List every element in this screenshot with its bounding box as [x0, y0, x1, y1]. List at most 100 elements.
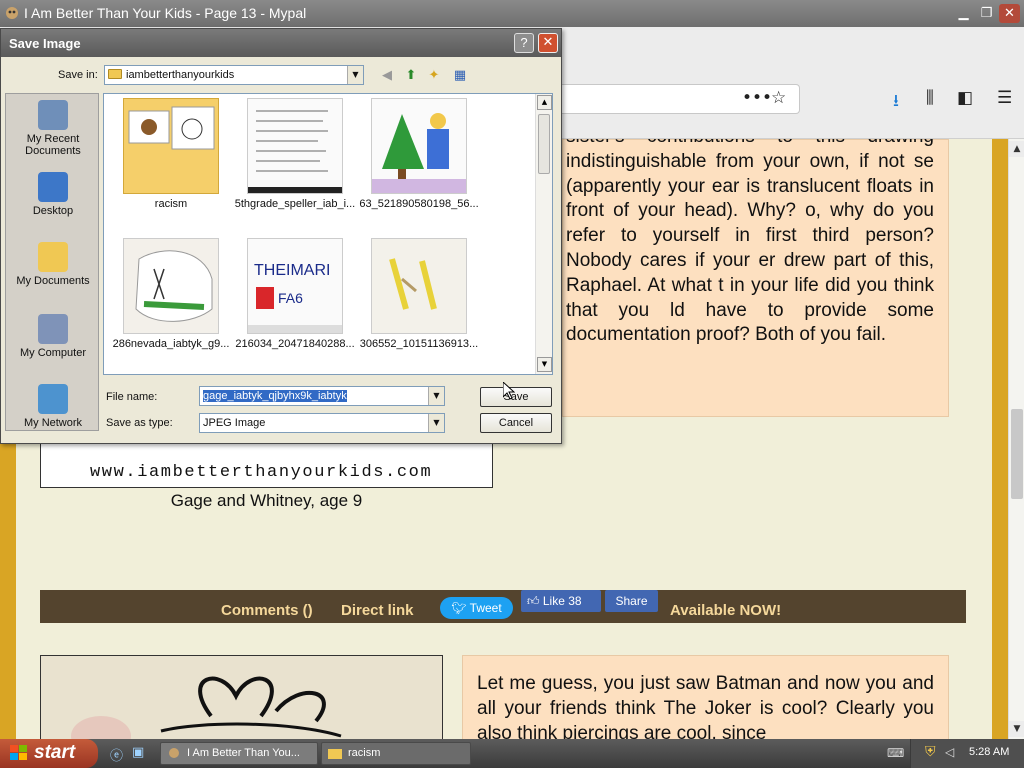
maximize-button[interactable]: ❐	[976, 4, 997, 23]
drawing-image-2[interactable]	[40, 655, 443, 739]
minimize-button[interactable]: ▁	[953, 4, 974, 23]
save-as-type-select[interactable]: JPEG Image ▼	[199, 413, 445, 433]
place-my-documents[interactable]: My Documents	[6, 242, 100, 287]
save-image-dialog: Save Image ? ✕ Save in: iambetterthanyou…	[0, 28, 562, 444]
twitter-bird-icon: 🐦︎	[451, 601, 470, 615]
my-documents-icon	[38, 242, 68, 272]
file-name: 286nevada_iabtyk_g9...	[112, 338, 230, 350]
taskbar: start ⓔ ▣ I Am Better Than You... racism…	[0, 739, 1024, 768]
folder-task-icon	[328, 749, 342, 759]
internet-explorer-icon[interactable]: ⓔ	[110, 745, 126, 764]
recent-documents-icon	[38, 100, 68, 130]
file-name: 306552_10151136913...	[359, 338, 479, 350]
facebook-share-button[interactable]: Share	[605, 590, 658, 612]
clock: 5:28 AM	[969, 746, 1010, 758]
speller-preview	[248, 110, 342, 193]
my-network-icon	[38, 384, 68, 414]
place-label: My Network	[23, 417, 83, 429]
place-label: My Documents	[16, 275, 90, 287]
file-thumbnail[interactable]	[247, 98, 343, 194]
file-name-input[interactable]: gage_iabtyk_qjbyhx9k_iabtyk ▼	[199, 386, 445, 406]
taskbar-item-browser[interactable]: I Am Better Than You...	[160, 742, 318, 765]
save-as-type-label: Save as type:	[106, 417, 173, 429]
show-desktop-icon[interactable]: ▣	[132, 745, 148, 761]
browser-titlebar: I Am Better Than Your Kids - Page 13 - M…	[0, 0, 1024, 27]
library-icon[interactable]: ⫼	[926, 88, 934, 108]
download-icon[interactable]: ⭳	[893, 88, 899, 117]
drawing-image[interactable]: www.iambetterthanyourkids.com	[40, 439, 493, 488]
file-thumbnail[interactable]	[123, 238, 219, 334]
file-list-scroll-down[interactable]: ▼	[537, 357, 552, 372]
menu-icon[interactable]: ☰	[997, 88, 1012, 108]
keyboard-icon[interactable]: ⌨	[887, 746, 904, 760]
save-in-label: Save in:	[58, 69, 98, 81]
place-recent-documents[interactable]: My Recent Documents	[6, 100, 100, 157]
taskbar-item-folder[interactable]: racism	[321, 742, 471, 765]
caption-text: sister's contributions to this drawing i…	[566, 139, 934, 346]
save-as-type-value: JPEG Image	[203, 417, 266, 429]
back-icon[interactable]: ◀	[378, 67, 396, 85]
file-list-scroll-thumb[interactable]	[538, 114, 550, 174]
direct-link[interactable]: Direct link	[341, 602, 414, 619]
comments-link[interactable]: Comments ()	[221, 602, 313, 619]
new-folder-icon[interactable]: ✦	[425, 67, 443, 85]
save-in-dropdown[interactable]: iambetterthanyourkids ▼	[104, 65, 364, 85]
tweet-label: Tweet	[469, 601, 502, 615]
place-desktop[interactable]: Desktop	[6, 172, 100, 217]
windows-flag-icon	[10, 745, 27, 760]
volume-icon[interactable]: ◁	[945, 745, 954, 759]
place-my-network[interactable]: My Network	[6, 384, 100, 429]
file-thumbnail[interactable]: THEIMARI FA6	[247, 238, 343, 334]
bookmark-star-icon[interactable]: ☆	[771, 88, 786, 108]
file-name: 216034_20471840288...	[235, 338, 355, 350]
facebook-like-button[interactable]: 👍︎ Like 38	[521, 590, 601, 612]
sidebar-icon[interactable]: ◧	[957, 88, 973, 108]
file-list[interactable]: racism 5thgrade_speller_iab_i... 63_5218…	[103, 93, 553, 375]
scroll-thumb[interactable]	[1011, 409, 1023, 499]
file-list-scroll-up[interactable]: ▲	[537, 95, 552, 110]
save-button[interactable]: Save	[480, 387, 552, 407]
up-folder-icon[interactable]: ⬆	[402, 67, 420, 85]
task-label: I Am Better Than You...	[187, 747, 300, 759]
file-thumbnail[interactable]	[371, 98, 467, 194]
place-label: Desktop	[32, 205, 74, 217]
caption-text-2: Let me guess, you just saw Batman and no…	[477, 673, 934, 739]
task-label: racism	[348, 747, 381, 759]
save-in-value: iambetterthanyourkids	[126, 69, 235, 81]
place-label: My Recent Documents	[25, 133, 81, 157]
my-computer-icon	[38, 314, 68, 344]
close-window-button[interactable]: ✕	[999, 4, 1020, 23]
cancel-button[interactable]: Cancel	[480, 413, 552, 433]
place-label: My Computer	[19, 347, 87, 359]
more-icon[interactable]: •••	[742, 88, 772, 108]
page-scrollbar[interactable]: ▲ ▼	[1008, 139, 1024, 739]
tree-preview	[372, 113, 466, 193]
start-label: start	[34, 742, 76, 763]
place-my-computer[interactable]: My Computer	[6, 314, 100, 359]
available-now-link[interactable]: Available NOW!	[670, 602, 781, 619]
file-name: 63_521890580198_56...	[359, 198, 479, 210]
file-thumbnail[interactable]	[123, 98, 219, 194]
scroll-down-arrow[interactable]: ▼	[1009, 721, 1024, 737]
file-name-label: File name:	[106, 391, 158, 403]
places-bar: My Recent Documents Desktop My Documents…	[5, 93, 99, 431]
file-thumbnail[interactable]	[371, 238, 467, 334]
tweet-button[interactable]: 🐦︎ Tweet	[440, 597, 513, 619]
file-name: racism	[154, 198, 188, 210]
chevron-down-icon: ▼	[347, 66, 363, 84]
dialog-close-button[interactable]: ✕	[538, 33, 558, 53]
folder-preview	[128, 106, 215, 150]
help-button[interactable]: ?	[514, 33, 534, 53]
svg-text:FA6: FA6	[278, 290, 303, 306]
scroll-up-arrow[interactable]: ▲	[1009, 141, 1024, 157]
like-label: Like 38	[542, 594, 582, 608]
start-button[interactable]: start	[0, 739, 98, 768]
desktop-icon	[38, 172, 68, 202]
chevron-down-icon[interactable]: ▼	[428, 387, 444, 405]
marija-preview: THEIMARI FA6	[248, 239, 342, 333]
svg-text:THEIMARI: THEIMARI	[254, 262, 330, 279]
file-list-scrollbar[interactable]: ▲ ▼	[535, 94, 552, 374]
view-menu-icon[interactable]: ▦	[451, 67, 469, 85]
dialog-titlebar[interactable]: Save Image	[1, 29, 561, 57]
security-shield-icon[interactable]: ⛨	[925, 744, 936, 760]
